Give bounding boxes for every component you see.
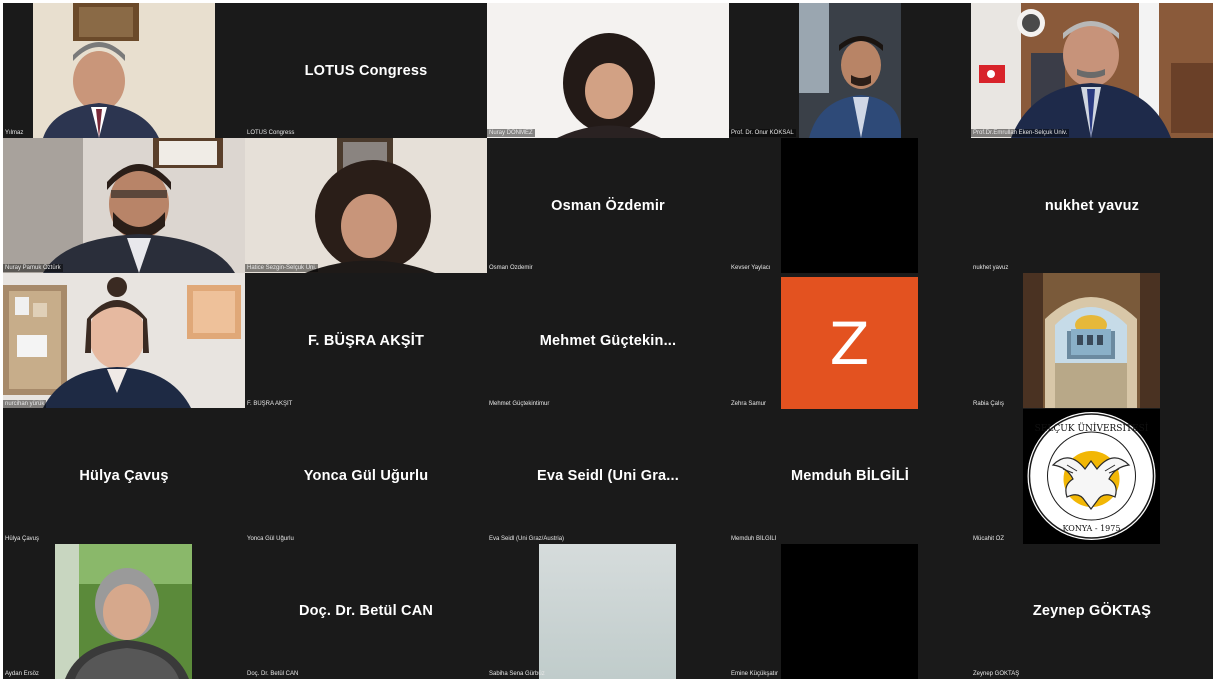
participant-name-center: nukhet yavuz [1044, 197, 1140, 214]
participant-name-center: Mehmet Güçtekin... [539, 332, 677, 349]
participant-name-center: LOTUS Congress [304, 62, 428, 79]
participant-name-label: Hatice Sezgin-Selçuk Üni. [245, 264, 319, 273]
participant-name-label: Aydan Ersöz [5, 670, 39, 677]
participant-name-label: Emine Küçükşatır [731, 670, 779, 677]
participant-tile[interactable]: SELÇUK ÜNİVERSİTESİ KONYA - 1975 Mücahit… [971, 408, 1213, 544]
participant-video [799, 3, 901, 138]
participant-tile[interactable]: F. BÜŞRA AKŞİT F. BÜŞRA AKŞİT [245, 273, 487, 409]
participant-tile[interactable]: Prof.Dr.Emrullah Eken-Selçuk Üniv. [971, 3, 1213, 139]
participant-tile[interactable]: Doç. Dr. Betül CAN Doç. Dr. Betül CAN [245, 543, 487, 679]
participant-tile[interactable]: Rabia Çalış [971, 273, 1213, 409]
participant-video [539, 543, 676, 679]
participant-name-center: Osman Özdemir [551, 197, 665, 214]
participant-name-label: Hülya Çavuş [5, 535, 40, 542]
participant-name-label: Memduh BİLGİLİ [731, 535, 777, 542]
participant-tile[interactable]: Prof. Dr. Onur KÖKSAL [729, 3, 971, 139]
participant-name-label: Kevser Yaylacı [731, 265, 771, 272]
participant-name-label: F. BÜŞRA AKŞİT [247, 400, 293, 407]
participant-name-label: Sabiha Sena Gürbüz [489, 670, 545, 677]
participant-tile[interactable]: Mehmet Güçtekin... Mehmet Güçtekintimur [487, 273, 729, 409]
participant-avatar: Z [781, 277, 918, 409]
participant-tile[interactable]: Kevser Yaylacı [729, 138, 971, 274]
participant-tile[interactable]: Nuray DÖNMEZ [487, 3, 729, 139]
participant-video-off [781, 543, 918, 679]
participant-tile[interactable]: LOTUS Congress LOTUS Congress [245, 3, 487, 139]
participant-name-label: Nuray DÖNMEZ [487, 129, 535, 138]
participant-name-label: nurcihan yürük [3, 399, 47, 408]
participant-tile[interactable]: Sabiha Sena Gürbüz [487, 543, 729, 679]
participant-name-center: Yonca Gül Uğurlu [303, 468, 429, 485]
participant-video-off [781, 138, 918, 274]
participant-tile[interactable]: nurcihan yürük [3, 273, 245, 409]
participant-name-label: Mehmet Güçtekintimur [489, 400, 550, 407]
participant-tile[interactable]: Aydan Ersöz [3, 543, 245, 679]
participant-tile[interactable]: Nuray Pamuk Öztürk [3, 138, 245, 274]
selcuk-university-logo: SELÇUK ÜNİVERSİTESİ KONYA - 1975 [1023, 408, 1160, 544]
participant-name-label: LOTUS Congress [247, 130, 295, 137]
participant-tile[interactable]: Zeynep GÖKTAŞ Zeynep GÖKTAŞ [971, 543, 1213, 679]
participant-name-label: Doç. Dr. Betül CAN [247, 670, 299, 677]
logo-text-bottom: KONYA - 1975 [1063, 524, 1121, 533]
participant-name-center: Hülya Çavuş [79, 468, 169, 485]
participant-tile[interactable]: nukhet yavuz nukhet yavuz [971, 138, 1213, 274]
participant-name-label: Yonca Gül Uğurlu [247, 535, 294, 542]
participant-background-image [1023, 273, 1160, 409]
participant-name-center: F. BÜŞRA AKŞİT [307, 332, 425, 349]
participant-name-label: Zeynep GÖKTAŞ [973, 670, 1020, 677]
participant-tile[interactable]: Hülya Çavuş Hülya Çavuş [3, 408, 245, 544]
participant-tile[interactable]: Yonca Gül Uğurlu Yonca Gül Uğurlu [245, 408, 487, 544]
participant-tile[interactable]: Osman Özdemir Osman Özdemir [487, 138, 729, 274]
participant-video [55, 543, 192, 679]
participant-name-center: Memduh BİLGİLİ [791, 468, 909, 485]
participant-name-label: Prof. Dr. Onur KÖKSAL [729, 129, 796, 138]
participant-name-center: Zeynep GÖKTAŞ [1032, 603, 1152, 620]
logo-text-top: SELÇUK ÜNİVERSİTESİ [1035, 422, 1149, 434]
participant-name-center: Doç. Dr. Betül CAN [298, 603, 434, 620]
participant-name-label: Mücahit ÖZ [973, 535, 1005, 542]
participant-name-label: Prof.Dr.Emrullah Eken-Selçuk Üniv. [971, 129, 1070, 138]
participant-video [971, 3, 1213, 138]
participant-tile[interactable]: Yılmaz [3, 3, 245, 139]
avatar-initial: Z [829, 309, 870, 378]
participant-name-label: Zehra Samur [731, 400, 767, 407]
participant-tile[interactable]: Z Zehra Samur [729, 273, 971, 409]
participant-video [33, 3, 215, 138]
participant-video [245, 138, 487, 274]
participant-name-label: Rabia Çalış [973, 400, 1005, 407]
participant-video [487, 3, 729, 138]
participant-name-label: nukhet yavuz [973, 265, 1009, 272]
participant-video [3, 138, 245, 274]
participant-tile[interactable]: Memduh BİLGİLİ Memduh BİLGİLİ [729, 408, 971, 544]
participant-tile[interactable]: Eva Seidl (Uni Gra... Eva Seidl (Uni Gra… [487, 408, 729, 544]
video-grid: Yılmaz LOTUS Congress LOTUS Congress Nur… [3, 3, 1213, 679]
participant-tile[interactable]: Emine Küçükşatır [729, 543, 971, 679]
participant-tile[interactable]: Hatice Sezgin-Selçuk Üni. [245, 138, 487, 274]
participant-name-center: Eva Seidl (Uni Gra... [537, 468, 679, 485]
participant-name-label: Osman Özdemir [489, 265, 533, 272]
participant-video [3, 273, 245, 409]
participant-name-label: Nuray Pamuk Öztürk [3, 264, 63, 273]
participant-name-label: Eva Seidl (Uni Graz/Austria) [489, 535, 565, 542]
participant-name-label: Yılmaz [5, 130, 24, 137]
